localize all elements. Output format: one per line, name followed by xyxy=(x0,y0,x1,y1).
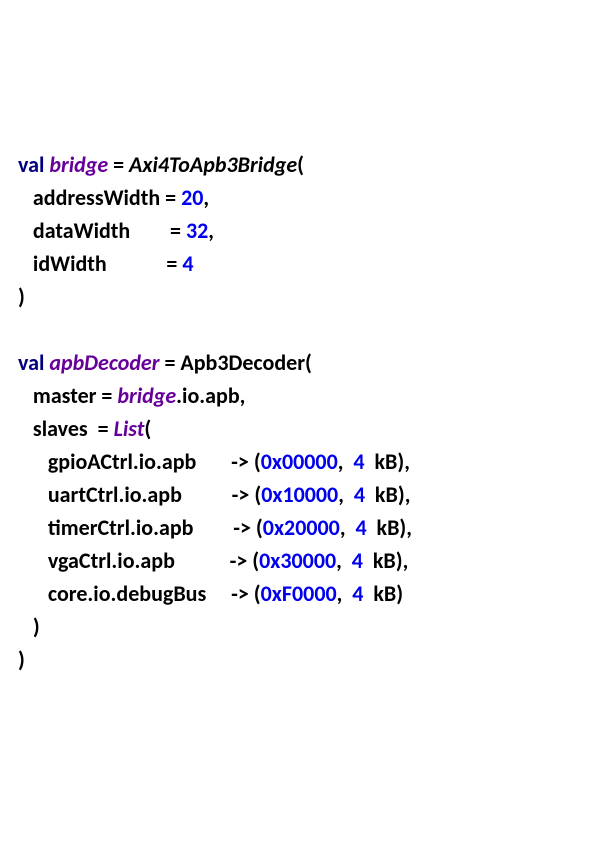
arrow: -> ( xyxy=(232,481,262,508)
identifier-bridge: bridge xyxy=(49,151,108,178)
open-paren: ( xyxy=(297,151,304,178)
code-line: master = bridge.io.apb, xyxy=(18,382,245,409)
code-line: slaves = List( xyxy=(18,415,151,442)
number-literal: 4 xyxy=(355,514,366,541)
code-line: vgaCtrl.io.apb -> (0x30000, 4 kB), xyxy=(18,547,408,574)
comma: , xyxy=(338,448,354,475)
equals: = xyxy=(160,184,181,211)
size-unit: kB) xyxy=(367,514,407,541)
size-unit: kB) xyxy=(365,481,405,508)
param-label: idWidth xyxy=(33,250,107,277)
comma: , xyxy=(405,481,411,508)
equals: = xyxy=(159,349,180,376)
comma: , xyxy=(203,184,209,211)
close-paren: ) xyxy=(33,613,40,640)
member-access: .io.apb, xyxy=(176,382,245,409)
equals: = xyxy=(161,250,182,277)
identifier-list: List xyxy=(114,415,145,442)
keyword-val: val xyxy=(18,349,44,376)
number-literal: 4 xyxy=(354,481,365,508)
size-unit: kB) xyxy=(363,580,403,607)
equals: = xyxy=(108,151,129,178)
code-line: ) xyxy=(18,283,25,310)
number-literal: 32 xyxy=(186,217,208,244)
arrow: -> ( xyxy=(231,448,261,475)
close-paren: ) xyxy=(18,646,25,673)
comma: , xyxy=(208,217,214,244)
param-label: addressWidth xyxy=(33,184,160,211)
slave-path: uartCtrl.io.apb xyxy=(48,481,182,508)
hex-literal: 0x20000 xyxy=(263,514,340,541)
comma: , xyxy=(337,580,353,607)
hex-literal: 0xF0000 xyxy=(261,580,337,607)
code-line: core.io.debugBus -> (0xF0000, 4 kB) xyxy=(18,580,403,607)
code-line: ) xyxy=(18,613,40,640)
slave-path: core.io.debugBus xyxy=(48,580,206,607)
code-line: timerCtrl.io.apb -> (0x20000, 4 kB), xyxy=(18,514,412,541)
code-line: ) xyxy=(18,646,25,673)
arrow: -> ( xyxy=(230,547,260,574)
number-literal: 4 xyxy=(352,580,363,607)
param-label: master = xyxy=(33,382,117,409)
comma: , xyxy=(340,514,356,541)
identifier-apbdecoder: apbDecoder xyxy=(49,349,159,376)
comma: , xyxy=(403,547,409,574)
slave-path: timerCtrl.io.apb xyxy=(48,514,194,541)
param-label: slaves = xyxy=(33,415,114,442)
keyword-val: val xyxy=(18,151,44,178)
slave-path: gpioACtrl.io.apb xyxy=(48,448,197,475)
comma: , xyxy=(338,481,354,508)
size-unit: kB) xyxy=(363,547,403,574)
hex-literal: 0x30000 xyxy=(259,547,336,574)
code-line: val apbDecoder = Apb3Decoder( xyxy=(18,349,312,376)
number-literal: 4 xyxy=(353,448,364,475)
blank-line xyxy=(18,316,23,343)
open-paren: ( xyxy=(144,415,151,442)
arrow: -> ( xyxy=(233,514,263,541)
slave-path: vgaCtrl.io.apb xyxy=(48,547,175,574)
code-line: gpioACtrl.io.apb -> (0x00000, 4 kB), xyxy=(18,448,410,475)
code-line: val bridge = Axi4ToApb3Bridge( xyxy=(18,151,304,178)
type-apb3decoder: Apb3Decoder( xyxy=(180,349,312,376)
arrow: -> ( xyxy=(231,580,261,607)
type-axi4toapb3bridge: Axi4ToApb3Bridge xyxy=(129,151,297,178)
comma: , xyxy=(406,514,412,541)
equals: = xyxy=(165,217,186,244)
number-literal: 4 xyxy=(352,547,363,574)
code-line: uartCtrl.io.apb -> (0x10000, 4 kB), xyxy=(18,481,410,508)
size-unit: kB) xyxy=(365,448,405,475)
param-label: dataWidth xyxy=(33,217,130,244)
code-line: dataWidth = 32, xyxy=(18,217,214,244)
comma: , xyxy=(404,448,410,475)
hex-literal: 0x00000 xyxy=(261,448,338,475)
number-literal: 20 xyxy=(181,184,203,211)
code-block: val bridge = Axi4ToApb3Bridge( addressWi… xyxy=(18,148,582,676)
number-literal: 4 xyxy=(182,250,193,277)
hex-literal: 0x10000 xyxy=(261,481,338,508)
close-paren: ) xyxy=(18,283,25,310)
code-line: idWidth = 4 xyxy=(18,250,194,277)
code-line: addressWidth = 20, xyxy=(18,184,209,211)
identifier-bridge-ref: bridge xyxy=(117,382,176,409)
comma: , xyxy=(336,547,352,574)
